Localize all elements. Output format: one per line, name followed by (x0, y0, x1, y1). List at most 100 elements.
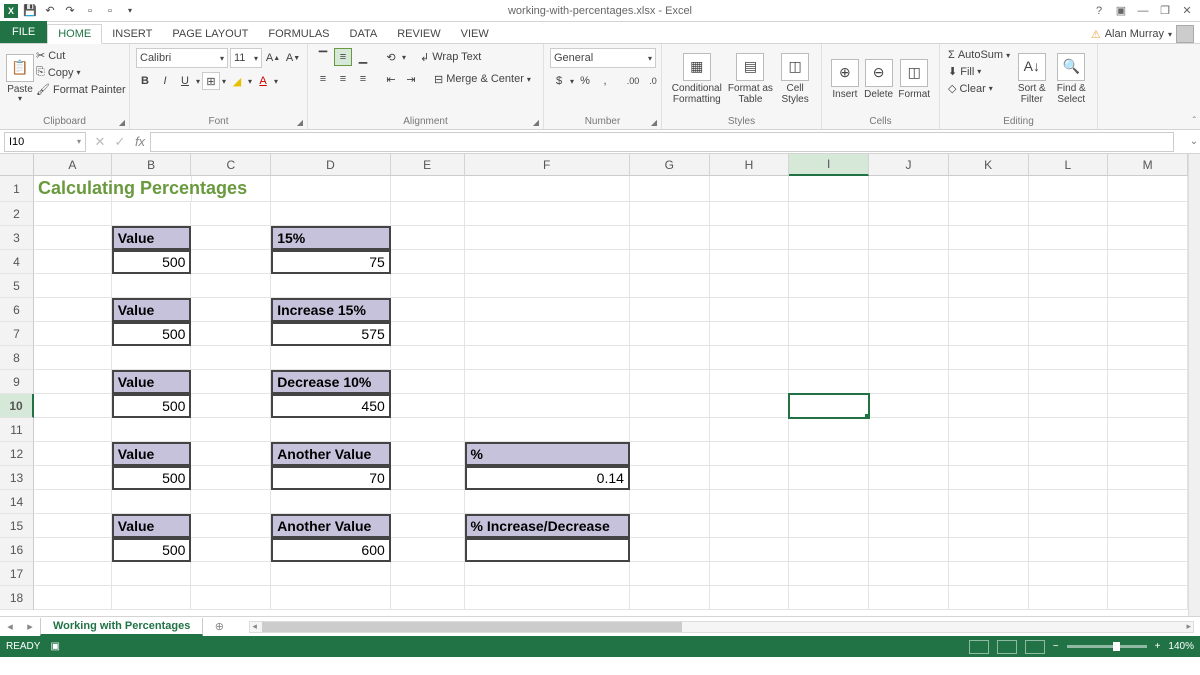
zoom-slider[interactable] (1067, 645, 1147, 648)
cell-M18[interactable] (1108, 586, 1188, 610)
row-header-5[interactable]: 5 (0, 274, 34, 298)
cell-C3[interactable] (191, 226, 271, 250)
cell-L11[interactable] (1029, 418, 1109, 442)
row-header-2[interactable]: 2 (0, 202, 34, 226)
cell-I9[interactable] (789, 370, 869, 394)
cell-D18[interactable] (271, 586, 391, 610)
cell-M4[interactable] (1108, 250, 1188, 274)
shrink-font-icon[interactable]: A▼ (284, 49, 302, 67)
row-header-18[interactable]: 18 (0, 586, 34, 610)
maximize-icon[interactable]: ❐ (1156, 3, 1174, 19)
cell-D15[interactable]: Another Value (271, 514, 391, 538)
align-center-icon[interactable]: ≡ (334, 70, 352, 88)
cell-D2[interactable] (271, 202, 391, 226)
cell-G1[interactable] (630, 176, 710, 202)
cell-D12[interactable]: Another Value (271, 442, 391, 466)
cell-I4[interactable] (789, 250, 869, 274)
cell-M10[interactable] (1108, 394, 1188, 418)
font-color-button[interactable]: A (254, 72, 272, 90)
select-all-corner[interactable] (0, 154, 34, 176)
col-header-D[interactable]: D (271, 154, 391, 176)
cell-E4[interactable] (391, 250, 465, 274)
cell-J6[interactable] (869, 298, 949, 322)
cell-M15[interactable] (1108, 514, 1188, 538)
align-right-icon[interactable]: ≡ (354, 70, 372, 88)
conditional-formatting-button[interactable]: ▦Conditional Formatting (668, 46, 726, 112)
row-header-15[interactable]: 15 (0, 514, 34, 538)
cell-E12[interactable] (391, 442, 465, 466)
cell-E18[interactable] (391, 586, 465, 610)
cell-F3[interactable] (465, 226, 630, 250)
cell-K8[interactable] (949, 346, 1029, 370)
cell-H17[interactable] (710, 562, 790, 586)
cell-A10[interactable] (34, 394, 112, 418)
cell-M14[interactable] (1108, 490, 1188, 514)
cell-G6[interactable] (630, 298, 710, 322)
cell-I15[interactable] (789, 514, 869, 538)
close-icon[interactable]: ✕ (1178, 3, 1196, 19)
cell-F18[interactable] (465, 586, 630, 610)
cell-F6[interactable] (465, 298, 630, 322)
cell-M12[interactable] (1108, 442, 1188, 466)
cell-B4[interactable]: 500 (112, 250, 192, 274)
decrease-decimal-icon[interactable]: .0 (644, 72, 662, 90)
cell-C18[interactable] (191, 586, 271, 610)
cell-C17[interactable] (191, 562, 271, 586)
cell-G3[interactable] (630, 226, 710, 250)
delete-cells-button[interactable]: ⊖Delete (862, 46, 896, 112)
expand-formula-bar-icon[interactable]: ⌄ (1188, 136, 1200, 147)
cell-L15[interactable] (1029, 514, 1109, 538)
cell-A12[interactable] (34, 442, 112, 466)
cell-K15[interactable] (949, 514, 1029, 538)
cut-button[interactable]: ✂Cut (34, 48, 128, 63)
cell-L16[interactable] (1029, 538, 1109, 562)
find-select-button[interactable]: 🔍Find & Select (1052, 46, 1091, 112)
cell-J3[interactable] (869, 226, 949, 250)
cell-I8[interactable] (789, 346, 869, 370)
cell-G10[interactable] (630, 394, 710, 418)
percent-icon[interactable]: % (576, 72, 594, 90)
cell-D1[interactable] (271, 176, 391, 202)
clipboard-dialog-icon[interactable]: ◢ (119, 118, 125, 127)
align-bottom-icon[interactable]: ▁ (354, 48, 372, 66)
cell-B17[interactable] (112, 562, 192, 586)
cell-F10[interactable] (465, 394, 630, 418)
cancel-formula-icon[interactable]: ✕ (90, 132, 110, 152)
cell-G12[interactable] (630, 442, 710, 466)
cell-J15[interactable] (869, 514, 949, 538)
cell-K9[interactable] (949, 370, 1029, 394)
hscroll-right-icon[interactable]: ▸ (1186, 621, 1191, 632)
tab-formulas[interactable]: FORMULAS (258, 25, 339, 43)
cell-A7[interactable] (34, 322, 112, 346)
row-header-6[interactable]: 6 (0, 298, 34, 322)
cell-K1[interactable] (949, 176, 1029, 202)
cell-F8[interactable] (465, 346, 630, 370)
cell-B15[interactable]: Value (112, 514, 192, 538)
cell-E15[interactable] (391, 514, 465, 538)
cell-A3[interactable] (34, 226, 112, 250)
cell-F13[interactable]: 0.14 (465, 466, 630, 490)
cell-C12[interactable] (191, 442, 271, 466)
cell-A4[interactable] (34, 250, 112, 274)
fx-icon[interactable]: fx (130, 132, 150, 152)
cell-D8[interactable] (271, 346, 391, 370)
cell-F17[interactable] (465, 562, 630, 586)
col-header-H[interactable]: H (710, 154, 790, 176)
cell-L9[interactable] (1029, 370, 1109, 394)
cell-B13[interactable]: 500 (112, 466, 192, 490)
paste-button[interactable]: 📋 Paste ▾ (6, 46, 34, 112)
cell-A15[interactable] (34, 514, 112, 538)
cell-H1[interactable] (710, 176, 790, 202)
cell-B5[interactable] (112, 274, 192, 298)
cell-I7[interactable] (789, 322, 869, 346)
cell-M1[interactable] (1108, 176, 1188, 202)
cell-G14[interactable] (630, 490, 710, 514)
cell-K13[interactable] (949, 466, 1029, 490)
cell-C15[interactable] (191, 514, 271, 538)
cell-I5[interactable] (789, 274, 869, 298)
tab-data[interactable]: DATA (340, 25, 388, 43)
row-header-16[interactable]: 16 (0, 538, 34, 562)
cell-E6[interactable] (391, 298, 465, 322)
cell-M3[interactable] (1108, 226, 1188, 250)
cell-E14[interactable] (391, 490, 465, 514)
